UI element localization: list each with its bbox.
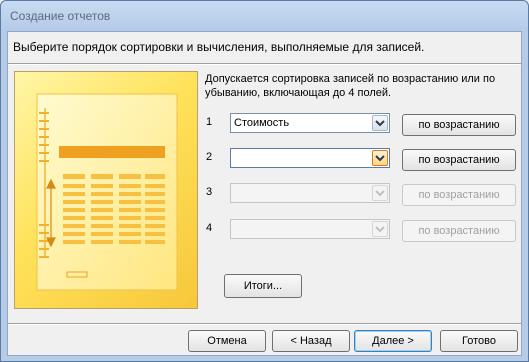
- report-preview-illustration: [14, 71, 198, 309]
- footer-separator: [8, 323, 521, 325]
- sort-field-4-combo[interactable]: [230, 219, 390, 239]
- sort-description: Допускается сортировка записей по возрас…: [205, 73, 496, 99]
- report-illustration-graphic: [36, 93, 178, 291]
- dialog-client-area: Выберите порядок сортировки и вычисления…: [7, 31, 522, 356]
- header-separator: [8, 63, 521, 65]
- sort-row-2-number: 2: [206, 151, 213, 163]
- sort-field-1-combo[interactable]: Стоимость: [230, 113, 390, 133]
- sort-order-3-button[interactable]: по возрастанию: [402, 184, 516, 206]
- sort-order-4-button[interactable]: по возрастанию: [402, 220, 516, 242]
- report-wizard-window: Создание отчетов Выберите порядок сортир…: [0, 0, 529, 362]
- back-button[interactable]: < Назад: [272, 330, 350, 352]
- finish-button[interactable]: Готово: [440, 330, 518, 352]
- sort-field-3-combo[interactable]: [230, 183, 390, 203]
- chevron-down-icon[interactable]: [372, 115, 388, 131]
- cancel-button[interactable]: Отмена: [188, 330, 266, 352]
- summary-button[interactable]: Итоги...: [224, 274, 302, 298]
- sort-row-3-number: 3: [206, 186, 213, 198]
- chevron-down-icon[interactable]: [372, 221, 388, 237]
- window-title: Создание отчетов: [10, 9, 111, 23]
- sort-field-2-combo[interactable]: [230, 148, 390, 168]
- instruction-text: Выберите порядок сортировки и вычисления…: [13, 40, 425, 54]
- sort-field-1-value: Стоимость: [234, 117, 290, 129]
- sort-row-1-number: 1: [206, 116, 213, 128]
- title-bar[interactable]: Создание отчетов: [1, 1, 528, 31]
- sort-order-1-button[interactable]: по возрастанию: [402, 114, 516, 136]
- chevron-down-icon[interactable]: [372, 150, 388, 166]
- sort-order-2-button[interactable]: по возрастанию: [402, 149, 516, 171]
- chevron-down-icon[interactable]: [372, 185, 388, 201]
- next-button[interactable]: Далее >: [354, 330, 432, 352]
- sort-row-4-number: 4: [206, 222, 213, 234]
